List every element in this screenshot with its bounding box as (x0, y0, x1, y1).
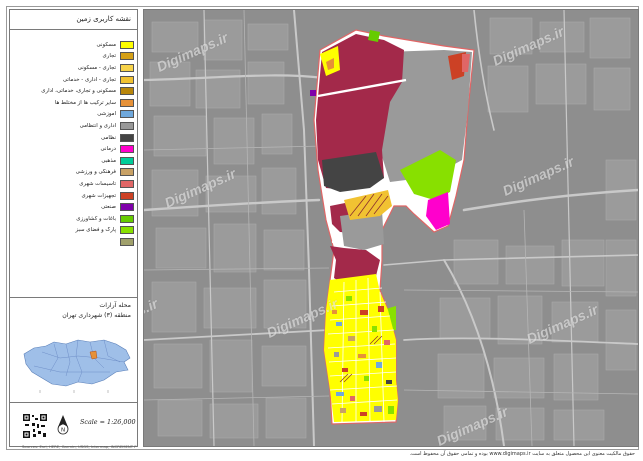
legend-item: اداری و انتظامی (14, 120, 134, 132)
legend-label: صنعتی (101, 204, 116, 211)
legend-swatch (120, 203, 134, 212)
legend-label: باغات و کشاورزی (76, 215, 116, 222)
legend-label: مسکونی (96, 41, 116, 48)
legend-label: سایر ترکیب ها از مختلط ها (54, 99, 116, 106)
legend-item: درمانی (14, 143, 134, 155)
legend-item: تجهیزات شهری (14, 190, 134, 202)
legend-swatch (120, 226, 134, 235)
source-note: Sources: Esri, HERE, Garmin, USGS, Inter… (22, 444, 137, 449)
legend-item: تجاری - مسکونی (14, 62, 134, 74)
legend-title: نقشه کاربری زمین (76, 15, 131, 23)
legend-swatch (120, 110, 134, 119)
legend-item: باغات و کشاورزی (14, 213, 134, 225)
legend-label: اداری و انتظامی (79, 122, 116, 129)
legend-swatch (120, 133, 134, 142)
legend-item: نظامی (14, 132, 134, 144)
legend-item: تجاری - اداری - خدماتی (14, 74, 134, 86)
legend-swatch (120, 98, 134, 107)
basemap (144, 10, 638, 446)
legend-swatch (120, 145, 134, 154)
legend-item (14, 236, 134, 248)
qr-code-icon (22, 413, 48, 439)
legend-swatch (120, 168, 134, 177)
legend-swatch (120, 40, 134, 49)
legend-label: تجاری - مسکونی (77, 64, 116, 71)
north-label: N (61, 427, 65, 433)
legend-label: مسکونی و تجاری، خدماتی، اداری (41, 88, 116, 95)
legend-item: مذهبی (14, 155, 134, 167)
legend-swatch (120, 179, 134, 188)
district-title: محله آرارات (99, 302, 131, 309)
legend-swatch (120, 191, 134, 200)
legend-swatch (120, 156, 134, 165)
north-arrow-icon: N (57, 415, 69, 435)
legend-swatch (120, 87, 134, 96)
legend-label: آموزشی (97, 111, 116, 118)
legend-label: نظامی (101, 134, 116, 141)
legend-item: مسکونی (14, 39, 134, 51)
legend-item: مسکونی و تجاری، خدماتی، اداری (14, 85, 134, 97)
scale-label: Scale = 1:26,000 (80, 418, 136, 426)
legend-label: تاسیسات شهری (79, 180, 116, 187)
legend-label: تجاری - اداری - خدماتی (62, 76, 116, 83)
legend-swatch (120, 75, 134, 84)
legend-divider (10, 297, 137, 298)
legend-list: مسکونی تجاری تجاری - مسکونی تجاری - اداری -… (14, 39, 134, 248)
legend-label: مذهبی (101, 157, 116, 164)
legend-item: پارک و فضای سبز (14, 225, 134, 237)
legend-item: تاسیسات شهری (14, 178, 134, 190)
legend-item: سایر ترکیب ها از مختلط ها (14, 97, 134, 109)
legend-swatch (120, 52, 134, 61)
legend-swatch (120, 237, 134, 246)
district-subtitle: منطقه (۳) شهرداری تهران (62, 312, 131, 319)
legend-label: فرهنگی و ورزشی (75, 169, 116, 176)
legend-item: آموزشی (14, 109, 134, 121)
legend-swatch (120, 214, 134, 223)
legend-divider (10, 29, 137, 30)
copyright-footer: حقوق مالکیت معنوی این محصول متعلق به سای… (409, 451, 635, 457)
legend-label: درمانی (100, 146, 116, 153)
legend-label: پارک و فضای سبز (75, 227, 116, 234)
legend-panel: نقشه کاربری زمین مسکونی تجاری تجاری - مسکو… (9, 9, 138, 449)
legend-swatch (120, 63, 134, 72)
legend-swatch (120, 121, 134, 130)
map-view[interactable]: Digimaps.ir Digimaps.ir Digimaps.ir Digi… (143, 9, 639, 447)
legend-label: تجهیزات شهری (81, 192, 116, 199)
legend-divider (10, 402, 137, 403)
legend-item: فرهنگی و ورزشی (14, 167, 134, 179)
tehran-inset-map (20, 332, 133, 396)
legend-item: صنعتی (14, 201, 134, 213)
legend-item: تجاری (14, 51, 134, 63)
legend-label: تجاری (102, 53, 116, 60)
